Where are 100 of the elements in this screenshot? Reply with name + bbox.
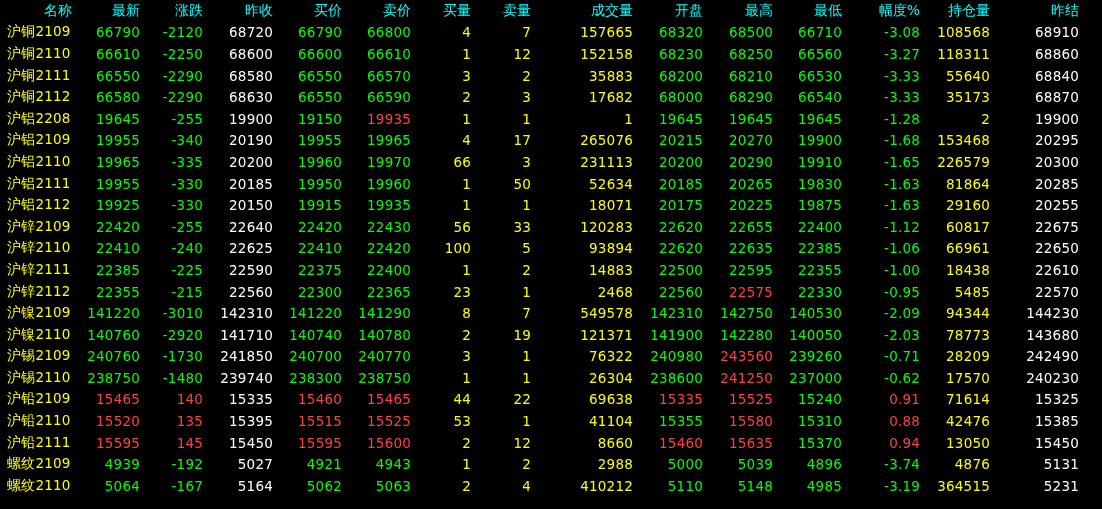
table-cell: 41104 (589, 413, 633, 430)
table-cell: 15385 (1035, 413, 1079, 430)
table-cell: 19645 (798, 110, 842, 127)
table-cell: -3.08 (884, 24, 920, 41)
table-cell: 152158 (580, 46, 633, 62)
column-header[interactable]: 最低 (814, 1, 842, 20)
table-cell: 19900 (1035, 110, 1079, 127)
table-cell: -340 (171, 132, 203, 149)
column-header[interactable]: 昨收 (245, 1, 273, 20)
table-cell: 19960 (298, 153, 342, 170)
contract-name: 沪铜2110 (6, 45, 71, 63)
contract-name: 沪锌2112 (6, 282, 71, 301)
contract-name: 沪铝2208 (6, 109, 71, 128)
table-cell: 22365 (367, 283, 411, 300)
table-cell: 66550 (298, 89, 342, 106)
table-cell: -2250 (162, 46, 203, 62)
table-cell: 20295 (1035, 132, 1079, 149)
table-cell: 20175 (659, 197, 703, 214)
table-cell: 12 (513, 46, 531, 62)
column-header[interactable]: 买价 (314, 1, 342, 20)
table-cell: 19 (513, 326, 531, 343)
table-cell: 2 (522, 456, 531, 473)
column-header[interactable]: 最高 (745, 1, 773, 20)
table-cell: 68840 (1035, 67, 1079, 84)
table-cell: -335 (171, 153, 203, 170)
table-cell: 66550 (96, 67, 140, 84)
table-cell: 141900 (650, 326, 703, 343)
table-cell: 7 (522, 24, 531, 41)
column-header[interactable]: 卖价 (383, 1, 411, 20)
table-cell: 22620 (659, 240, 703, 257)
table-cell: 15370 (798, 434, 842, 451)
table-cell: 15335 (229, 391, 273, 408)
table-cell: 241850 (220, 348, 273, 365)
table-cell: 142750 (720, 305, 773, 322)
column-header[interactable]: 涨跌 (175, 1, 203, 20)
table-cell: 240760 (87, 348, 140, 365)
table-cell: 1 (522, 369, 531, 386)
table-cell: 35173 (946, 89, 990, 106)
table-cell: 238300 (289, 369, 342, 386)
table-cell: -2.09 (884, 305, 920, 322)
table-cell: 66540 (798, 89, 842, 106)
contract-name: 沪铅2111 (6, 433, 71, 452)
table-cell: 66610 (96, 46, 140, 62)
table-cell: 19925 (96, 197, 140, 214)
table-cell: 1 (462, 175, 471, 192)
table-cell: 2 (522, 67, 531, 84)
column-header[interactable]: 幅度% (878, 1, 920, 20)
table-cell: 42476 (946, 413, 990, 430)
table-cell: 19900 (798, 132, 842, 149)
table-cell: 19645 (729, 110, 773, 127)
contract-name: 沪铝2109 (6, 131, 71, 150)
table-cell: 226579 (937, 153, 990, 170)
column-header[interactable]: 开盘 (675, 1, 703, 20)
table-cell: 22575 (729, 283, 773, 300)
table-cell: 22595 (729, 261, 773, 278)
table-cell: 22355 (96, 283, 140, 300)
table-cell: 68000 (659, 89, 703, 106)
table-cell: 15520 (96, 413, 140, 430)
table-cell: 66710 (798, 24, 842, 41)
column-header[interactable]: 买量 (443, 1, 471, 20)
table-cell: 20255 (1035, 197, 1079, 214)
table-cell: -3.33 (884, 89, 920, 106)
table-cell: -1.68 (884, 132, 920, 149)
table-cell: 4943 (375, 456, 411, 473)
table-cell: 19965 (96, 153, 140, 170)
table-cell: 19970 (367, 153, 411, 170)
table-cell: 22620 (659, 218, 703, 235)
table-cell: 142310 (650, 305, 703, 322)
table-cell: 22410 (96, 240, 140, 257)
column-header[interactable]: 最新 (112, 1, 140, 20)
table-cell: -0.95 (884, 283, 920, 300)
column-header[interactable]: 名称 (44, 1, 72, 20)
column-header[interactable]: 成交量 (591, 1, 633, 20)
table-cell: 71614 (946, 391, 990, 408)
table-cell: 15450 (1035, 434, 1079, 451)
table-cell: 28209 (946, 348, 990, 365)
contract-name: 沪镍2109 (6, 304, 71, 323)
column-header[interactable]: 昨结 (1051, 1, 1079, 20)
table-cell: 121371 (580, 326, 633, 343)
table-cell: 19645 (96, 110, 140, 127)
table-cell: 141710 (220, 326, 273, 343)
table-cell: 68630 (229, 89, 273, 106)
column-header[interactable]: 卖量 (503, 1, 531, 20)
table-cell: 66560 (798, 46, 842, 62)
table-cell: 22590 (229, 261, 273, 278)
table-cell: 5148 (737, 477, 773, 494)
table-cell: -3.33 (884, 67, 920, 84)
contract-name: 沪锡2110 (6, 368, 71, 387)
table-cell: 68210 (729, 67, 773, 84)
table-cell: -1730 (162, 348, 203, 365)
table-cell: 5131 (1043, 456, 1079, 473)
table-cell: 5063 (375, 477, 411, 494)
table-cell: 22500 (659, 261, 703, 278)
table-cell: 78773 (946, 326, 990, 343)
table-cell: -330 (171, 197, 203, 214)
table-cell: 20185 (659, 175, 703, 192)
table-cell: 66 (453, 153, 471, 170)
table-cell: 68290 (729, 89, 773, 106)
column-header[interactable]: 持仓量 (948, 1, 990, 20)
table-cell: 5064 (104, 477, 140, 494)
